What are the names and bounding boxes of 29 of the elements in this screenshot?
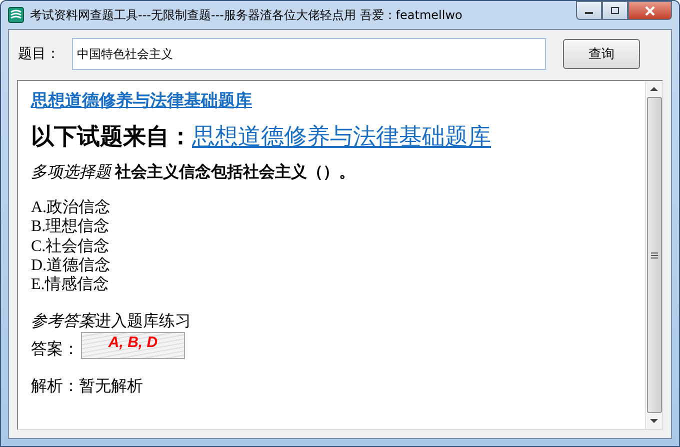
question-input[interactable]: 中国特色社会主义 xyxy=(72,38,546,70)
analysis-text: 解析：暂无解析 xyxy=(31,377,144,396)
minimize-button[interactable] xyxy=(576,1,602,20)
app-icon xyxy=(8,7,24,23)
scroll-down-icon[interactable] xyxy=(650,419,658,424)
answer-option: A.政治信念 xyxy=(31,198,632,218)
answer-label: 答案： xyxy=(31,340,79,360)
question-type: 多项选择题 xyxy=(31,164,111,181)
practice-link[interactable]: 进入题库练习 xyxy=(95,313,191,330)
reference-answer-label: 参考答案 xyxy=(31,313,95,330)
answer-option: C.社会信念 xyxy=(31,236,632,256)
scrollbar-thumb[interactable] xyxy=(646,97,662,413)
source-link[interactable]: 思想道德修养与法律基础题库 xyxy=(192,124,491,150)
question-text: 社会主义信念包括社会主义（）。 xyxy=(115,164,355,181)
vertical-scrollbar[interactable] xyxy=(645,81,662,429)
close-button[interactable] xyxy=(628,1,672,20)
answer-option: B.理想信念 xyxy=(31,217,632,237)
source-heading: 以下试题来自： xyxy=(31,124,192,150)
answer-option: D.道德信念 xyxy=(31,256,632,275)
maximize-button[interactable] xyxy=(602,1,628,20)
window-title: 考试资料网查题工具---无限制查题---服务器渣各位大佬轻点用 吾爱：featmellwo xyxy=(30,6,462,24)
query-button[interactable]: 查询 xyxy=(563,39,640,69)
maximize-icon[interactable] xyxy=(610,6,620,15)
close-icon[interactable] xyxy=(644,6,656,16)
scroll-up-icon[interactable] xyxy=(650,86,658,91)
answer-option: E.情感信念 xyxy=(31,274,632,294)
question-label: 题目： xyxy=(17,45,61,63)
answer-image: A, B, D xyxy=(81,332,185,360)
bank-link[interactable]: 思想道德修养与法律基础题库 xyxy=(31,91,632,112)
